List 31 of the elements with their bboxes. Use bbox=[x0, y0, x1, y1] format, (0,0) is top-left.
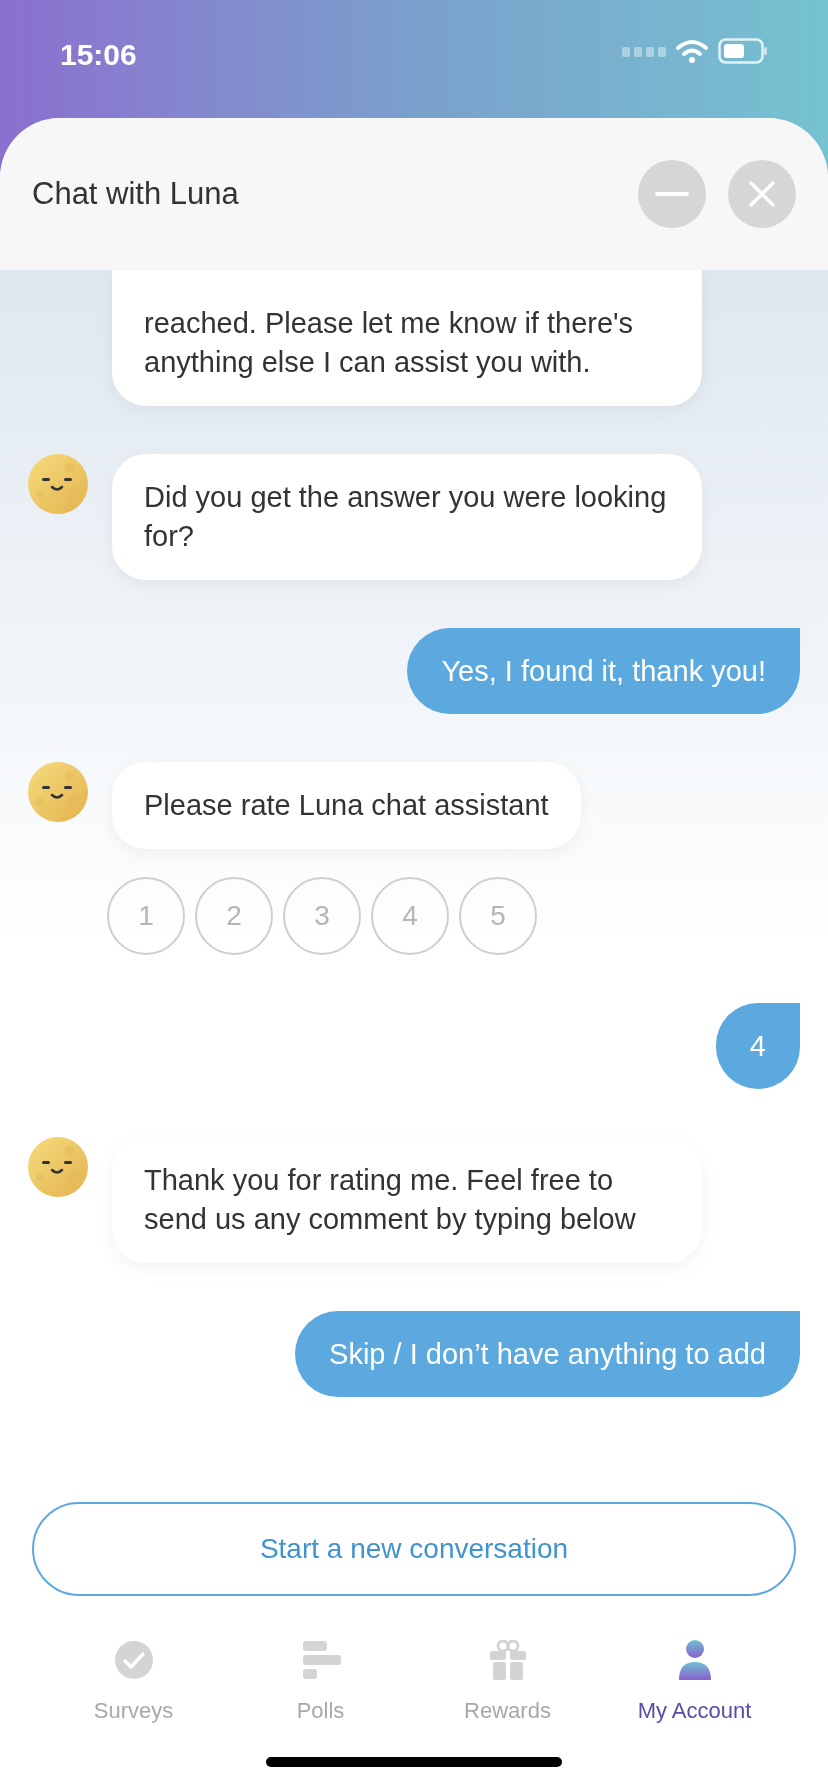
close-icon bbox=[748, 180, 776, 208]
bot-message: Did you get the answer you were looking for? bbox=[112, 454, 702, 580]
tab-item[interactable]: My Account bbox=[609, 1638, 780, 1727]
chat-title: Chat with Luna bbox=[32, 174, 240, 213]
check-circle-icon bbox=[113, 1640, 154, 1680]
gift-icon bbox=[488, 1640, 527, 1680]
moon-avatar-icon bbox=[28, 762, 88, 822]
bot-message: Please rate Luna chat assistant bbox=[112, 762, 581, 849]
tab-item[interactable]: Surveys bbox=[48, 1638, 219, 1727]
signal-icon bbox=[622, 45, 666, 57]
moon-avatar-icon bbox=[28, 454, 88, 514]
wifi-icon bbox=[676, 39, 708, 63]
rating-option[interactable]: 2 bbox=[195, 877, 273, 955]
new-conversation-button[interactable]: Start a new conversation bbox=[32, 1502, 796, 1596]
moon-avatar-icon bbox=[28, 1137, 88, 1197]
tab-item[interactable]: Polls bbox=[235, 1638, 406, 1727]
person-icon bbox=[677, 1640, 712, 1680]
rating-option[interactable]: 5 bbox=[459, 877, 537, 955]
bot-message: Thank you for rating me. Feel free to send us any comment by typing below bbox=[112, 1137, 702, 1263]
tab-item[interactable]: Rewards bbox=[422, 1638, 593, 1727]
rating-option[interactable]: 3 bbox=[283, 877, 361, 955]
rating-option[interactable]: 4 bbox=[371, 877, 449, 955]
minimize-icon bbox=[655, 192, 689, 196]
user-message: Skip / I don’t have anything to add bbox=[295, 1311, 800, 1397]
battery-icon bbox=[718, 38, 768, 64]
status-time: 15:06 bbox=[60, 37, 137, 73]
user-message: Yes, I found it, thank you! bbox=[407, 628, 800, 714]
user-message: 4 bbox=[715, 1003, 800, 1089]
bar-chart-icon bbox=[300, 1640, 341, 1680]
bot-message: reached. Please let me know if there's anything else I can assist you with. bbox=[112, 270, 702, 406]
rating-option[interactable]: 1 bbox=[107, 877, 185, 955]
